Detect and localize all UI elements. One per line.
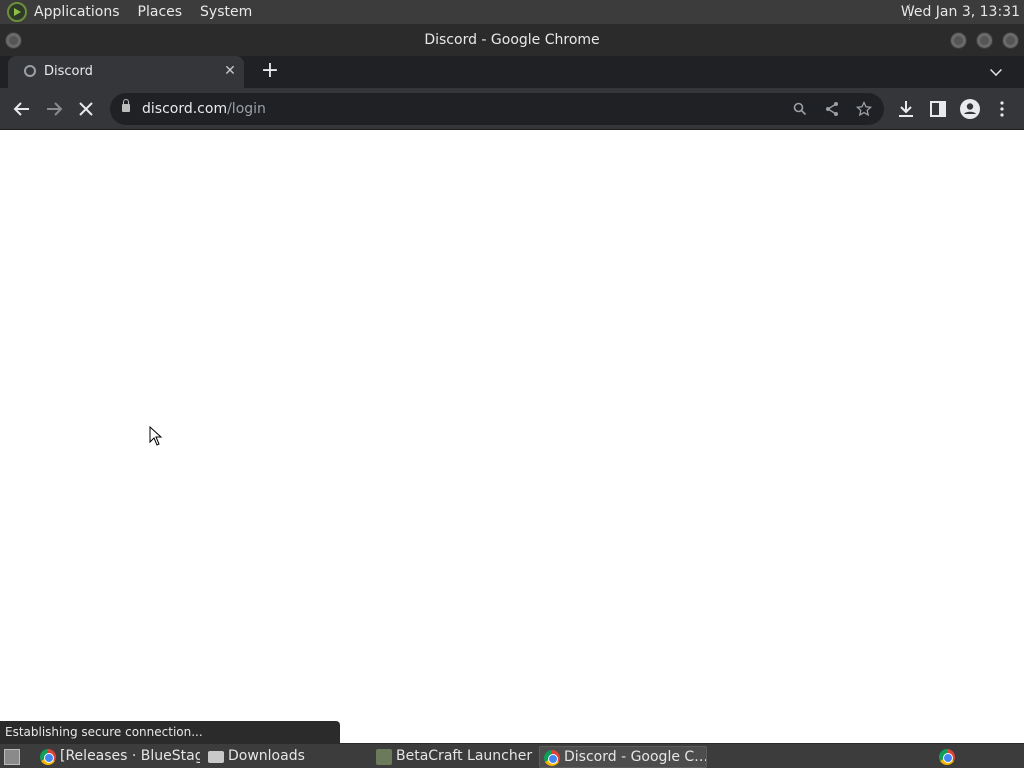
taskbar: [Releases · BlueStag… Downloads BetaCraf…: [0, 743, 1024, 768]
chrome-icon: [544, 750, 560, 766]
tab-label: Discord: [44, 64, 93, 79]
address-bar[interactable]: discord.com/login: [110, 93, 884, 125]
zoom-icon[interactable]: [792, 101, 808, 117]
tray-chrome-button[interactable]: [936, 746, 958, 768]
status-bubble: Establishing secure connection...: [0, 721, 340, 743]
taskbar-item-releases[interactable]: [Releases · BlueStag…: [36, 746, 200, 768]
tab-close-icon[interactable]: ✕: [222, 63, 238, 79]
betacraft-icon: [376, 749, 392, 765]
window-titlebar[interactable]: Discord - Google Chrome: [0, 24, 1024, 56]
new-tab-button[interactable]: +: [258, 60, 282, 84]
forward-icon[interactable]: [42, 97, 66, 121]
side-panel-icon[interactable]: [926, 97, 950, 121]
tab-search-chevron-icon[interactable]: [990, 64, 1002, 76]
download-icon[interactable]: [894, 97, 918, 121]
tab-strip: Discord ✕ +: [0, 56, 1024, 88]
menu-places[interactable]: Places: [138, 4, 183, 20]
url-text[interactable]: discord.com/login: [142, 101, 266, 117]
bookmark-star-icon[interactable]: [856, 101, 872, 117]
share-icon[interactable]: [824, 101, 840, 117]
tab-discord[interactable]: Discord ✕: [8, 56, 244, 88]
lock-icon[interactable]: [122, 99, 130, 112]
loading-icon: [24, 65, 36, 77]
menu-system[interactable]: System: [200, 4, 252, 20]
top-panel: Applications Places System Wed Jan 3, 13…: [0, 0, 1024, 24]
menu-applications[interactable]: Applications: [34, 4, 120, 20]
chrome-icon: [40, 749, 56, 765]
maximize-button[interactable]: [976, 32, 993, 49]
taskbar-item-discord-chrome[interactable]: Discord - Google C…: [539, 746, 707, 768]
chrome-icon: [939, 749, 955, 765]
back-icon[interactable]: [10, 97, 34, 121]
clock[interactable]: Wed Jan 3, 13:31: [901, 4, 1020, 20]
folder-icon: [208, 751, 224, 763]
taskbar-item-downloads[interactable]: Downloads: [204, 746, 368, 768]
distro-logo-icon[interactable]: [7, 2, 27, 22]
close-window-button[interactable]: [1002, 32, 1019, 49]
minimize-button[interactable]: [950, 32, 967, 49]
profile-icon[interactable]: [958, 97, 982, 121]
show-desktop-button[interactable]: [2, 746, 22, 768]
desktop-icon: [4, 749, 20, 765]
menu-icon[interactable]: [990, 97, 1014, 121]
stop-icon[interactable]: [74, 97, 98, 121]
mouse-cursor-icon: [149, 426, 163, 446]
browser-toolbar: discord.com/login: [0, 88, 1024, 130]
window-title: Discord - Google Chrome: [424, 32, 600, 48]
taskbar-item-betacraft[interactable]: BetaCraft Launcher …: [372, 746, 536, 768]
